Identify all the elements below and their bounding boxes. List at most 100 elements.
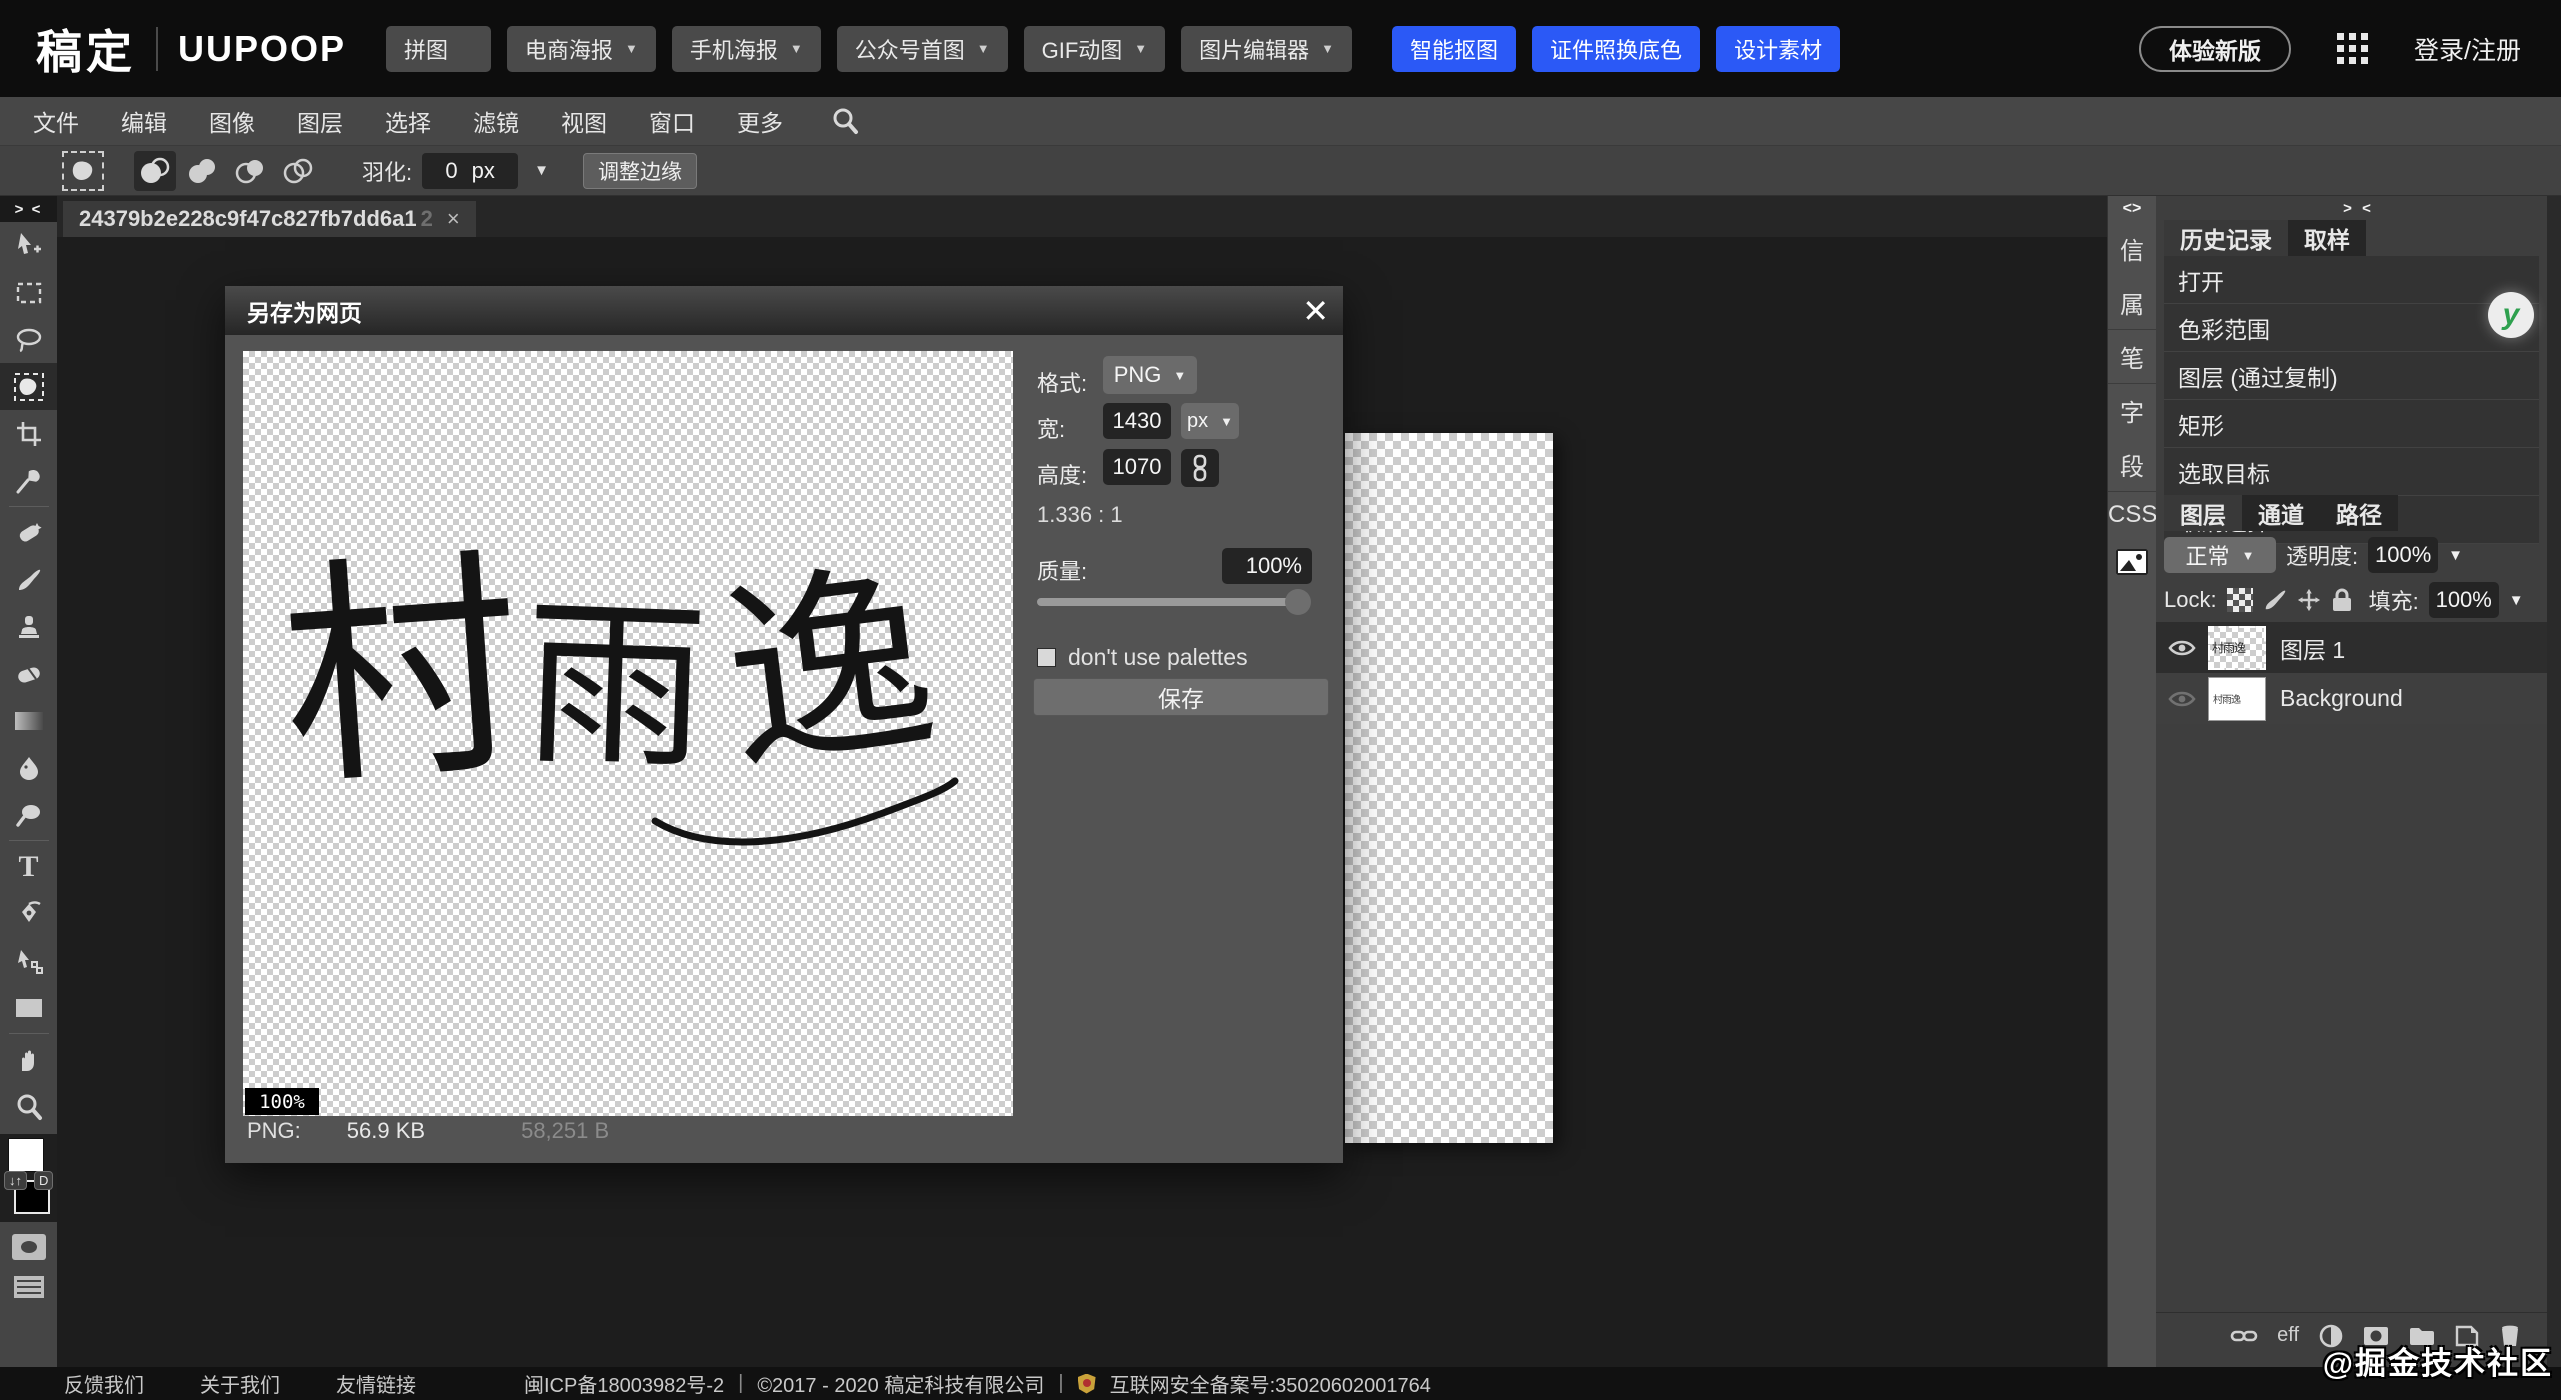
layer-thumbnail[interactable]: 村雨逸 (2208, 626, 2266, 670)
history-step[interactable]: 选取目标 (2164, 448, 2539, 496)
link-icon[interactable] (2231, 1328, 2257, 1344)
hand-tool-button[interactable] (0, 1036, 57, 1083)
feather-dropdown-icon[interactable]: ▼ (534, 162, 549, 179)
rightstrip-panel-button[interactable]: 字 (2108, 384, 2156, 437)
opacity-input[interactable]: 100% (2368, 537, 2438, 573)
panel-scroll-gutter[interactable] (2547, 196, 2561, 1367)
top-nav-button[interactable]: 公众号首图 ▼ (837, 26, 1008, 72)
unit-select[interactable]: px ▼ (1181, 403, 1239, 439)
link-dimensions-button[interactable] (1181, 449, 1219, 487)
lock-paint-icon[interactable] (2263, 588, 2287, 612)
pen-tool-button[interactable] (0, 890, 57, 937)
tab-sampling[interactable]: 取样 (2288, 220, 2366, 256)
layer-visibility-toggle[interactable] (2156, 690, 2208, 708)
dialog-close-icon[interactable]: ✕ (1302, 292, 1329, 330)
statusbar-link[interactable]: 关于我们 (172, 1369, 308, 1398)
save-button[interactable]: 保存 (1033, 678, 1329, 716)
screen-mode-button[interactable] (14, 1276, 44, 1298)
statusbar-link[interactable]: 友情链接 (308, 1369, 444, 1398)
top-nav-button[interactable]: 图片编辑器 ▼ (1181, 26, 1352, 72)
menu-item[interactable]: 滤镜 (452, 104, 540, 138)
selection-mode-intersect-icon[interactable] (278, 151, 320, 191)
menu-item[interactable]: 更多 (716, 104, 804, 138)
top-cta-button[interactable]: 证件照换底色 (1532, 26, 1700, 72)
rightstrip-panel-button[interactable]: 信 (2108, 222, 2156, 275)
marquee-tool-button[interactable] (0, 269, 57, 316)
lock-move-icon[interactable] (2297, 588, 2321, 612)
fill-input[interactable]: 100% (2429, 582, 2499, 618)
tab-history[interactable]: 历史记录 (2164, 220, 2288, 256)
document-tab[interactable]: 24379b2e228c9f47c827fb7dd6a1 2 × (63, 201, 476, 237)
rightstrip-collapse-toggle[interactable]: <> (2123, 196, 2142, 222)
try-new-version-button[interactable]: 体验新版 (2139, 26, 2291, 72)
menu-search-button[interactable] (810, 97, 880, 145)
quick-mask-button[interactable] (12, 1234, 46, 1260)
top-cta-button[interactable]: 智能抠图 (1392, 26, 1516, 72)
menu-item[interactable]: 编辑 (100, 104, 188, 138)
selection-mode-subtract-icon[interactable] (230, 151, 272, 191)
gradient-tool-button[interactable] (0, 697, 57, 744)
tab-channels[interactable]: 通道 (2242, 495, 2320, 531)
active-tool-preview-icon[interactable] (62, 151, 104, 191)
opacity-slider-icon[interactable]: ▼ (2448, 547, 2463, 564)
selection-mode-add-icon[interactable] (182, 151, 224, 191)
rightstrip-panel-button[interactable]: 属 (2108, 276, 2156, 329)
fill-slider-icon[interactable]: ▼ (2509, 592, 2524, 609)
top-nav-button[interactable]: GIF动图 ▼ (1024, 26, 1166, 72)
quality-input[interactable]: 100% (1222, 548, 1312, 584)
layer-row[interactable]: 村雨逸 图层 1 (2156, 622, 2547, 673)
layer-row[interactable]: 村雨逸 Background (2156, 673, 2547, 724)
lock-transparency-icon[interactable] (2227, 588, 2253, 612)
menu-item[interactable]: 窗口 (628, 104, 716, 138)
refine-edge-button[interactable]: 调整边缘 (583, 153, 697, 189)
history-step[interactable]: 色彩范围 (2164, 304, 2539, 352)
logo[interactable]: 稿定 UUPOOP (36, 16, 346, 82)
lock-all-icon[interactable] (2331, 588, 2353, 612)
blend-mode-select[interactable]: 正常 ▼ (2164, 537, 2276, 573)
menu-item[interactable]: 图层 (276, 104, 364, 138)
feather-input[interactable]: 0 px (422, 153, 518, 189)
dodge-tool-button[interactable] (0, 791, 57, 838)
move-tool-button[interactable] (0, 222, 57, 269)
security-number[interactable]: 互联网安全备案号:35020602001764 (1110, 1369, 1431, 1398)
helper-floating-badge[interactable]: y (2488, 292, 2534, 338)
history-step[interactable]: 打开 (2164, 256, 2539, 304)
icp-number[interactable]: 闽ICP备18003982号-2 (524, 1369, 724, 1398)
palette-checkbox[interactable] (1037, 648, 1056, 667)
layer-thumbnail[interactable]: 村雨逸 (2208, 677, 2266, 721)
history-step[interactable]: 矩形 (2164, 400, 2539, 448)
apps-grid-icon[interactable] (2337, 33, 2368, 64)
menu-item[interactable]: 文件 (12, 104, 100, 138)
type-tool-button[interactable]: T (0, 843, 57, 890)
top-nav-button[interactable]: 手机海报 ▼ (672, 26, 821, 72)
quick-select-tool-button[interactable] (0, 363, 57, 410)
eraser-tool-button[interactable] (0, 650, 57, 697)
toolbar-collapse-toggle[interactable]: > < (0, 196, 57, 222)
login-register-link[interactable]: 登录/注册 (2414, 31, 2521, 67)
path-select-tool-button[interactable] (0, 937, 57, 984)
top-nav-button[interactable]: 拼图 ▼ (386, 26, 491, 72)
crop-tool-button[interactable] (0, 410, 57, 457)
rightstrip-panel-button[interactable]: 段 (2108, 438, 2156, 491)
width-input[interactable]: 1430 (1103, 403, 1171, 439)
blur-tool-button[interactable] (0, 744, 57, 791)
heal-tool-button[interactable] (0, 509, 57, 556)
clone-stamp-tool-button[interactable] (0, 603, 57, 650)
history-step[interactable]: 图层 (通过复制) (2164, 352, 2539, 400)
document-canvas[interactable] (1345, 433, 1553, 1143)
lasso-tool-button[interactable] (0, 316, 57, 363)
rightstrip-panel-button[interactable]: 笔 (2108, 330, 2156, 383)
tab-layers[interactable]: 图层 (2164, 495, 2242, 531)
rightpanel-collapse-toggle[interactable]: > < (2156, 196, 2561, 220)
menu-item[interactable]: 选择 (364, 104, 452, 138)
tab-paths[interactable]: 路径 (2320, 495, 2398, 531)
brush-tool-button[interactable] (0, 556, 57, 603)
close-tab-icon[interactable]: × (447, 206, 460, 232)
top-nav-button[interactable]: 电商海报 ▼ (507, 26, 656, 72)
image-preview[interactable]: 村 雨 逸 (243, 351, 1013, 1116)
shape-tool-button[interactable] (0, 984, 57, 1031)
foreground-color-swatch[interactable] (8, 1138, 44, 1172)
swap-colors-button[interactable]: ↓↑ (4, 1171, 27, 1190)
selection-mode-new-icon[interactable] (134, 151, 176, 191)
eyedropper-tool-button[interactable] (0, 457, 57, 504)
